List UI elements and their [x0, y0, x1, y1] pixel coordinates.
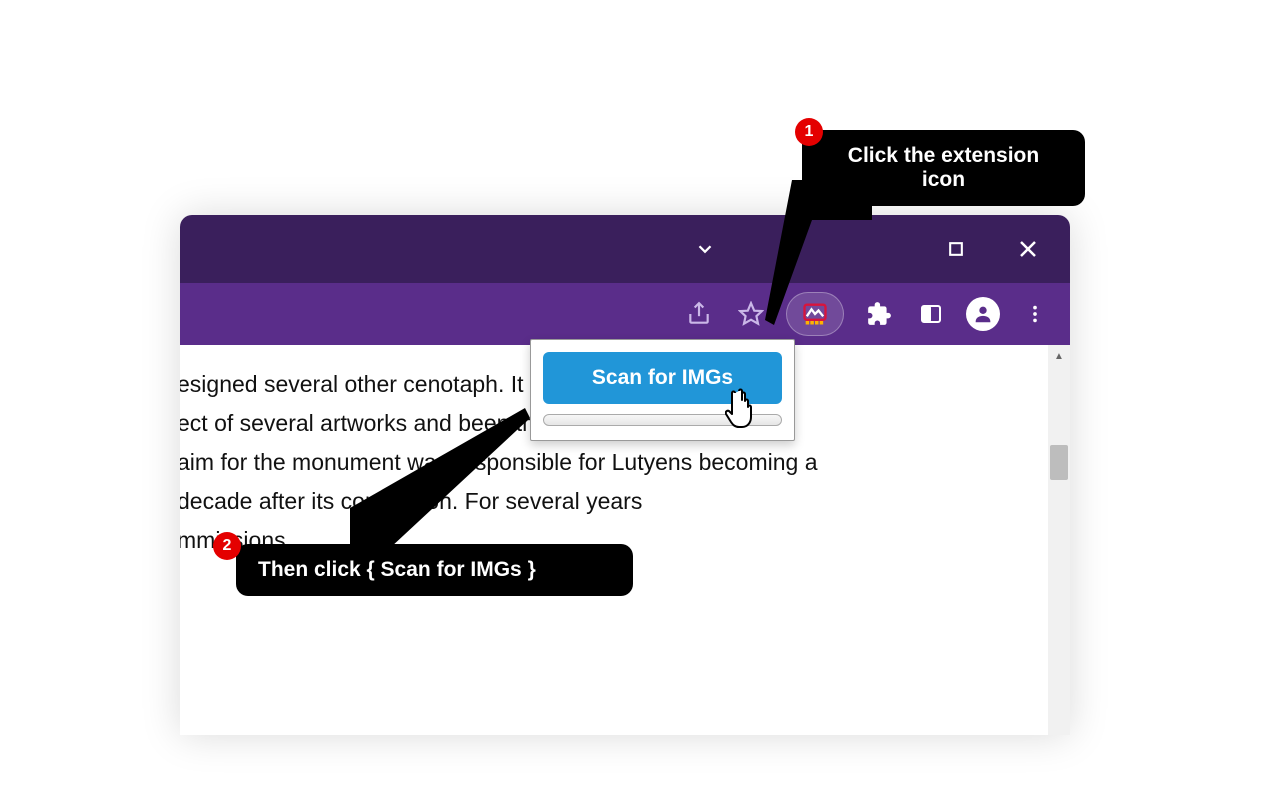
callout-step-1: Click the extension icon	[802, 130, 1085, 206]
tab-dropdown-icon[interactable]	[694, 238, 716, 260]
step-1-badge: 1	[795, 118, 823, 146]
badge-2-number: 2	[223, 537, 232, 555]
badge-1-number: 1	[805, 123, 814, 141]
scroll-thumb[interactable]	[1050, 445, 1068, 480]
step-2-badge: 2	[213, 532, 241, 560]
callout-2-text: Then click { Scan for IMGs }	[258, 558, 536, 581]
title-bar	[180, 215, 1070, 283]
browser-toolbar	[180, 283, 1070, 345]
browser-window: esigned several other cenotaph. It has f…	[180, 215, 1070, 735]
callout-1-text: Click the extension icon	[848, 144, 1039, 191]
share-icon[interactable]	[682, 297, 716, 331]
scrollbar[interactable]: ▲	[1048, 345, 1070, 735]
close-icon[interactable]	[1016, 237, 1040, 261]
side-panel-icon[interactable]	[914, 297, 948, 331]
pointer-cursor-icon	[725, 385, 763, 434]
restore-icon[interactable]	[946, 239, 966, 259]
callout-step-2: Then click { Scan for IMGs }	[236, 544, 633, 596]
callout-2-pointer	[350, 408, 530, 548]
profile-avatar-icon[interactable]	[966, 297, 1000, 331]
kebab-menu-icon[interactable]	[1018, 297, 1052, 331]
scroll-up-arrow-icon[interactable]: ▲	[1048, 345, 1070, 367]
